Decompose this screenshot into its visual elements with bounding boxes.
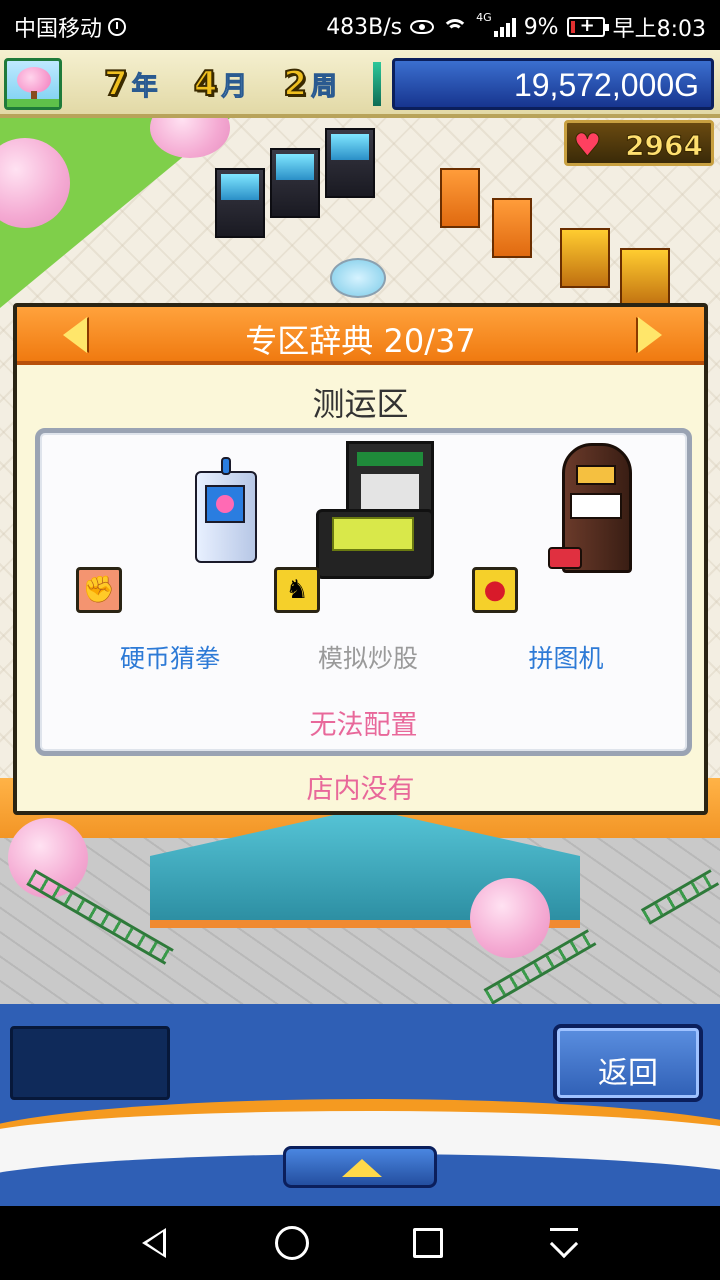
item-label: 硬币猜拳: [119, 644, 220, 673]
item-label: 模拟炒股: [317, 644, 418, 673]
machine: [492, 198, 532, 258]
expand-menu-button[interactable]: [283, 1146, 437, 1188]
machine: [440, 168, 480, 228]
horse-icon: ♞: [274, 567, 320, 613]
zone-items-panel: ✊ 硬币猜拳 ♞ 模拟炒股 ● 拼图机 无法配置: [35, 428, 692, 756]
coin-rps-machine-icon: [195, 457, 259, 565]
month-number: 4: [193, 63, 219, 105]
cannot-place-notice: 无法配置: [309, 710, 418, 741]
sakura-tree: [470, 878, 550, 958]
item-label: 拼图机: [528, 644, 604, 673]
nav-hide-icon[interactable]: [549, 1228, 579, 1259]
carrier-label: 中国移动: [14, 17, 103, 42]
week-number: 2: [282, 63, 308, 105]
slot-machine: [620, 248, 670, 308]
stock-sim-machine-icon: [316, 433, 440, 583]
game-bottom-bar: 返回: [0, 1004, 720, 1206]
zone-dictionary-dialog: 专区辞典 20/37 测运区 ✊ 硬币猜拳 ♞ 模拟炒股 ● 拼图机 无法配置 …: [13, 303, 708, 815]
eye-comfort-icon: [410, 20, 435, 34]
sakura-tree-button[interactable]: [4, 58, 62, 110]
month-unit: 月: [221, 72, 248, 103]
zone-item-coin-rps[interactable]: ✊ 硬币猜拳: [70, 433, 270, 693]
arcade-cabinet: [325, 128, 375, 198]
next-zone-button[interactable]: [638, 317, 666, 355]
nav-back-icon[interactable]: [142, 1228, 166, 1258]
arrow-right-icon: [638, 317, 662, 353]
money-display: 19,572,000G: [392, 58, 714, 110]
puzzle-machine-icon: [548, 443, 640, 583]
nav-home-icon[interactable]: [275, 1226, 309, 1260]
rock-paper-scissors-icon: ✊: [76, 567, 122, 613]
zone-item-stock-sim[interactable]: ♞ 模拟炒股: [268, 433, 468, 693]
not-in-store-notice: 店内没有: [306, 774, 415, 805]
back-button[interactable]: 返回: [553, 1024, 703, 1102]
zone-item-puzzle-machine[interactable]: ● 拼图机: [466, 433, 666, 693]
battery-percent: 9%: [523, 14, 559, 40]
money-amount: 19,572,000G: [513, 67, 699, 103]
dialog-title: 专区辞典 20/37: [245, 322, 476, 360]
net-speed: 483B/s: [326, 14, 403, 40]
zone-name: 测运区: [312, 385, 409, 423]
dialog-header: 专区辞典 20/37: [17, 307, 704, 365]
year-unit: 年: [131, 72, 158, 103]
fountain: [330, 258, 386, 298]
sakura-tree-icon: [17, 67, 51, 93]
year-number: 7: [103, 63, 129, 105]
heart-points: 2964: [625, 129, 704, 163]
alarm-icon: [108, 18, 127, 36]
battery-icon: +: [566, 15, 609, 37]
info-box: [10, 1026, 170, 1100]
arrow-up-icon: [342, 1159, 382, 1177]
nav-recents-icon[interactable]: [413, 1228, 443, 1258]
cherry-icon: ●: [472, 567, 518, 613]
wifi-icon: [442, 17, 469, 37]
back-button-label: 返回: [598, 1056, 658, 1091]
game-date: 7 年 4 月 2 周: [103, 63, 338, 105]
arcade-cabinet: [215, 168, 265, 238]
signal-icon: [493, 17, 516, 37]
arcade-cabinet: [270, 148, 320, 218]
slot-machine: [560, 228, 610, 288]
clock-time: 早上8:03: [612, 17, 706, 42]
network-type: 4G: [476, 11, 492, 24]
week-unit: 周: [311, 72, 338, 103]
heart-points-counter: ♥ 2964: [564, 120, 714, 166]
status-bar: 中国移动 483B/s 4G 9% + 早上8:03: [0, 0, 720, 50]
divider: [373, 62, 381, 106]
android-nav-bar: [0, 1206, 720, 1280]
game-top-bar: 7 年 4 月 2 周 19,572,000G: [0, 50, 720, 118]
